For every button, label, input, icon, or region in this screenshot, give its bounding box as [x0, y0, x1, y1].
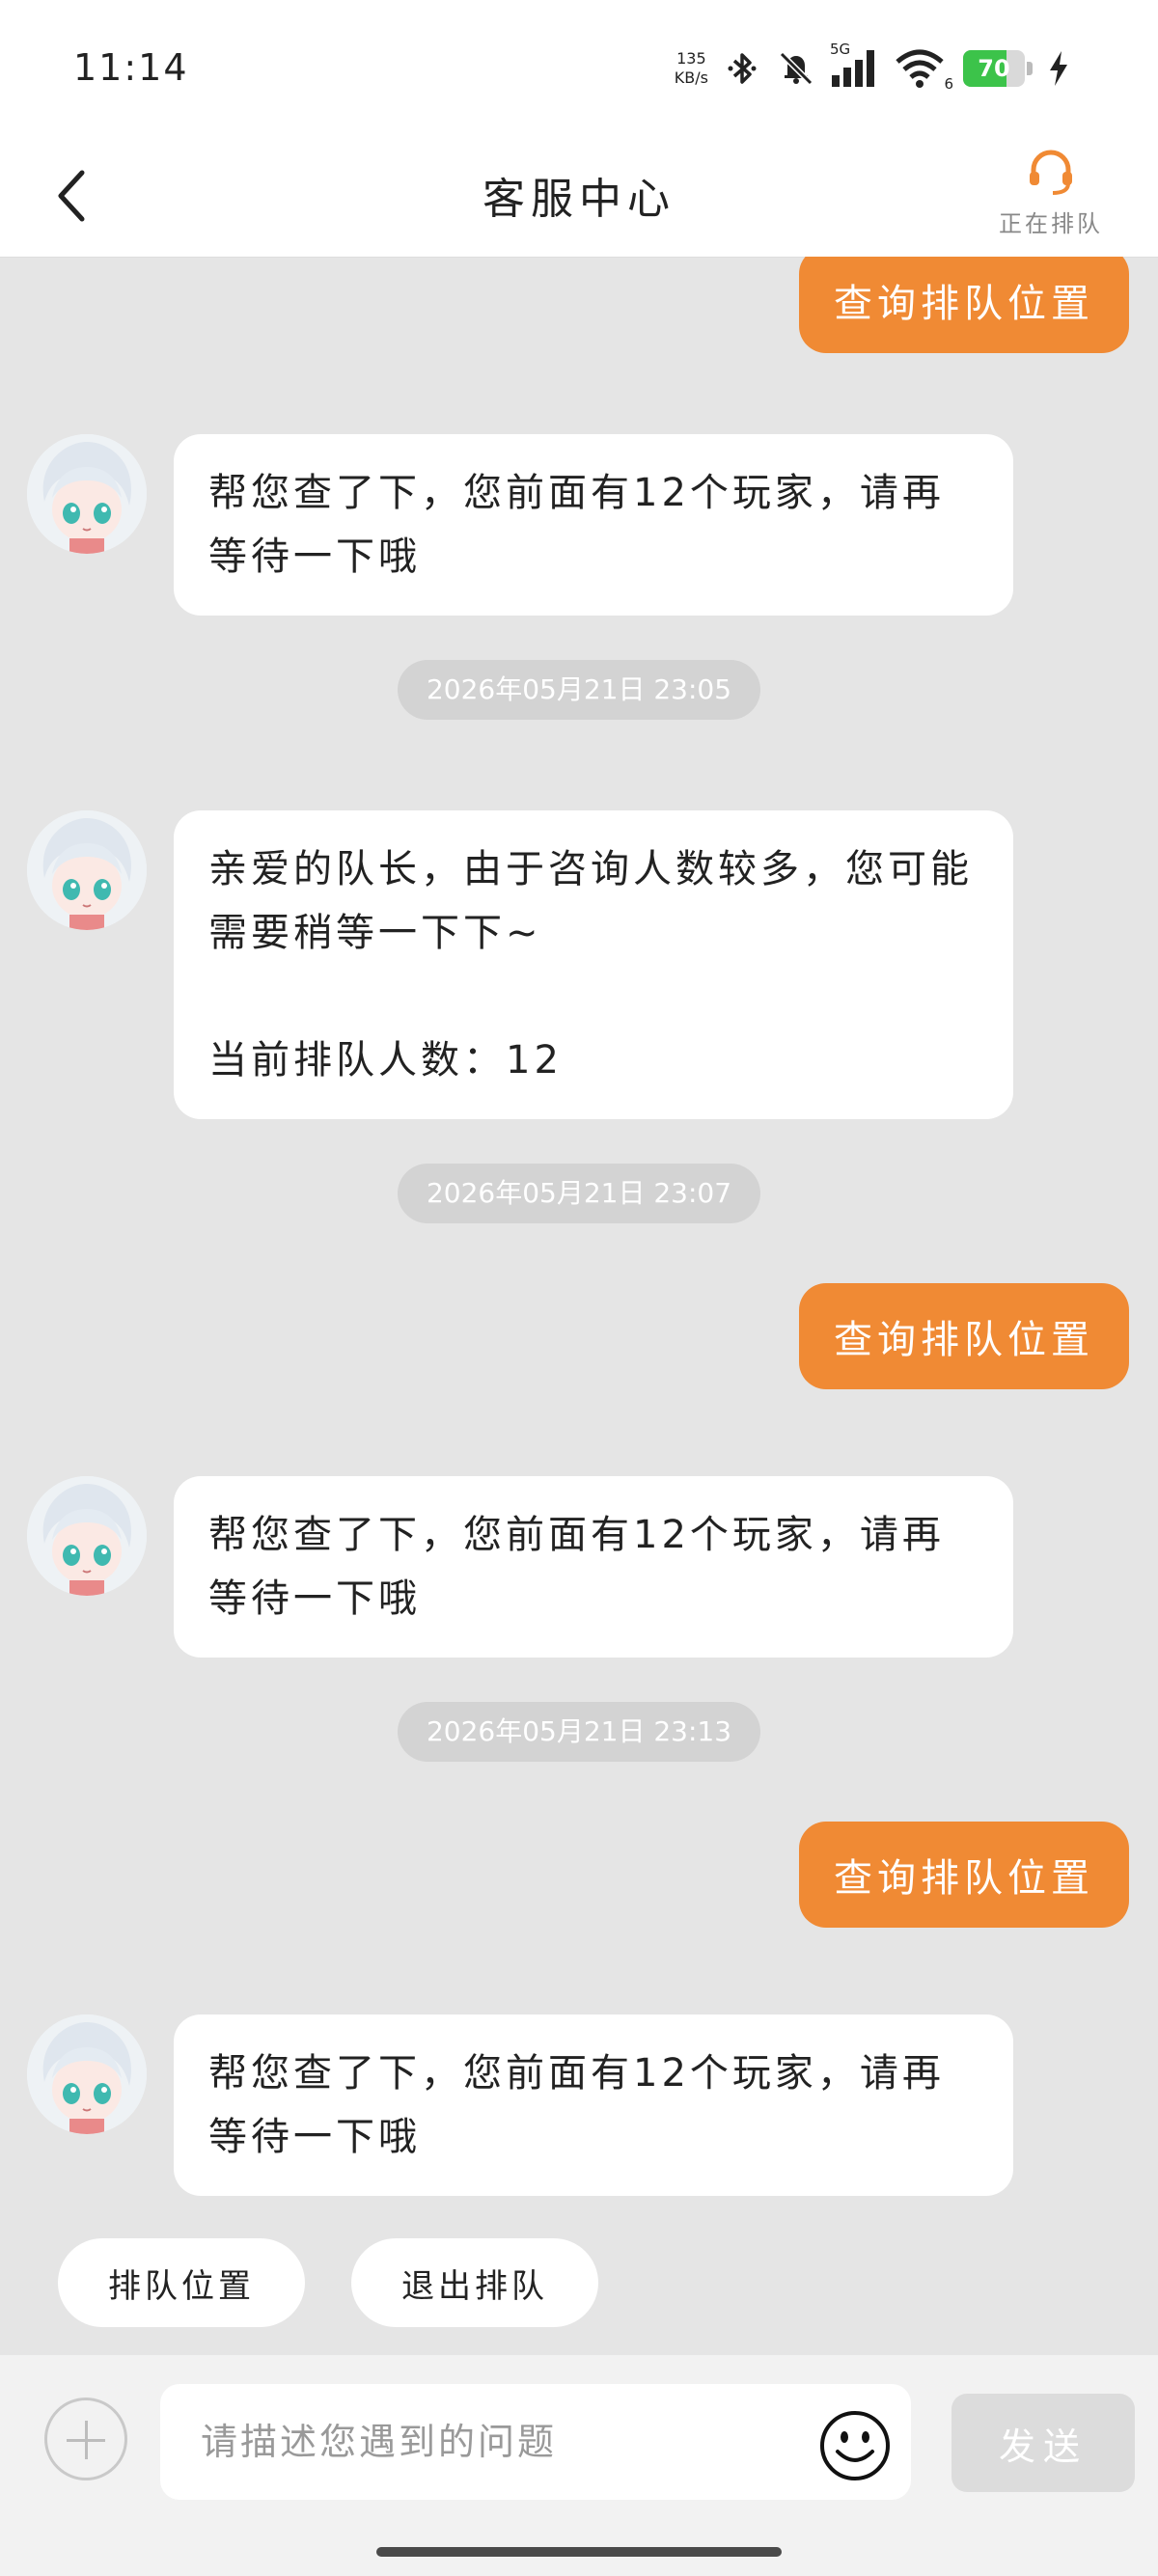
status-icons: 135 KB/s 5G 6 70 [675, 41, 1071, 93]
incoming-message: 亲爱的队长，由于咨询人数较多，您可能需要稍等一下下~ 当前排队人数：12 [174, 810, 1013, 1119]
exit-queue-chip-label: 退出排队 [401, 2266, 548, 2306]
bolt-icon [1050, 51, 1067, 86]
battery-indicator: 70 [963, 50, 1033, 87]
queue-status-label: 正在排队 [999, 210, 1103, 237]
plus-icon[interactable] [44, 2398, 127, 2480]
incoming-message-text: 帮您查了下，您前面有12个玩家，请再等待一下哦 [208, 1513, 945, 1621]
network-type: 5G [830, 41, 851, 58]
avatar-anime-girl-icon [27, 434, 147, 554]
send-button[interactable]: 发送 [951, 2394, 1135, 2492]
signal-bars-icon: 5G [830, 41, 882, 89]
message-timestamp: 2026年05月21日 23:13 [398, 1702, 760, 1762]
bell-off-icon [779, 51, 813, 86]
page-title: 客服中心 [482, 175, 676, 224]
outgoing-message: 查询排队位置 [799, 257, 1129, 353]
avatar-anime-girl-icon [27, 810, 147, 930]
incoming-message-text: 帮您查了下，您前面有12个玩家，请再等待一下哦 [208, 2051, 945, 2159]
avatar-anime-girl-icon [27, 1476, 147, 1596]
message-spacer [208, 965, 979, 1028]
avatar[interactable] [27, 810, 147, 930]
incoming-message-text: 帮您查了下，您前面有12个玩家，请再等待一下哦 [208, 471, 945, 579]
bluetooth-icon [728, 53, 757, 84]
outgoing-message-text: 查询排队位置 [834, 1856, 1094, 1901]
avatar[interactable] [27, 1476, 147, 1596]
incoming-message: 帮您查了下，您前面有12个玩家，请再等待一下哦 [174, 2014, 1013, 2196]
incoming-message: 帮您查了下，您前面有12个玩家，请再等待一下哦 [174, 434, 1013, 616]
send-button-label: 发送 [998, 2425, 1088, 2468]
headset-icon [1030, 150, 1072, 195]
message-timestamp: 2026年05月21日 23:05 [398, 660, 760, 720]
outgoing-message-text: 查询排队位置 [834, 282, 1094, 326]
avatar[interactable] [27, 2014, 147, 2134]
incoming-message: 帮您查了下，您前面有12个玩家，请再等待一下哦 [174, 1476, 1013, 1658]
net-speed: 135 KB/s [675, 49, 708, 88]
outgoing-message: 查询排队位置 [799, 1283, 1129, 1389]
home-indicator[interactable] [376, 2547, 782, 2557]
back-button[interactable] [39, 162, 106, 230]
queue-position-chip[interactable]: 排队位置 [58, 2238, 305, 2327]
queue-position-chip-label: 排队位置 [108, 2266, 255, 2306]
outgoing-message-text: 查询排队位置 [834, 1318, 1094, 1362]
status-time: 11:14 [73, 46, 189, 89]
avatar[interactable] [27, 434, 147, 554]
smiley-icon[interactable] [818, 2409, 892, 2482]
wifi-icon: 6 [896, 48, 953, 93]
message-input-box[interactable] [160, 2384, 911, 2500]
chevron-left-icon [58, 170, 85, 222]
header-bar: 客服中心 正在排队 [0, 135, 1158, 258]
outgoing-message: 查询排队位置 [799, 1822, 1129, 1928]
message-input[interactable] [199, 2420, 795, 2464]
battery-percent: 70 [978, 55, 1010, 82]
incoming-message-text: 亲爱的队长，由于咨询人数较多，您可能需要稍等一下下~ [208, 847, 973, 955]
wifi-level: 6 [944, 75, 953, 93]
exit-queue-chip[interactable]: 退出排队 [351, 2238, 598, 2327]
queue-count-text: 当前排队人数：12 [208, 1038, 563, 1082]
avatar-anime-girl-icon [27, 2014, 147, 2134]
composer-bar: 发送 [0, 2355, 1158, 2576]
net-speed-unit: KB/s [674, 69, 708, 87]
net-speed-value: 135 [676, 49, 706, 68]
chat-area[interactable]: 查询排队位置 帮您查了下，您前面有12个玩家，请再等待一下哦 2026年05月2… [0, 257, 1158, 2355]
queue-status-button[interactable]: 正在排队 [988, 145, 1114, 251]
status-bar: 11:14 135 KB/s 5G 6 70 [0, 0, 1158, 135]
message-timestamp: 2026年05月21日 23:07 [398, 1164, 760, 1223]
